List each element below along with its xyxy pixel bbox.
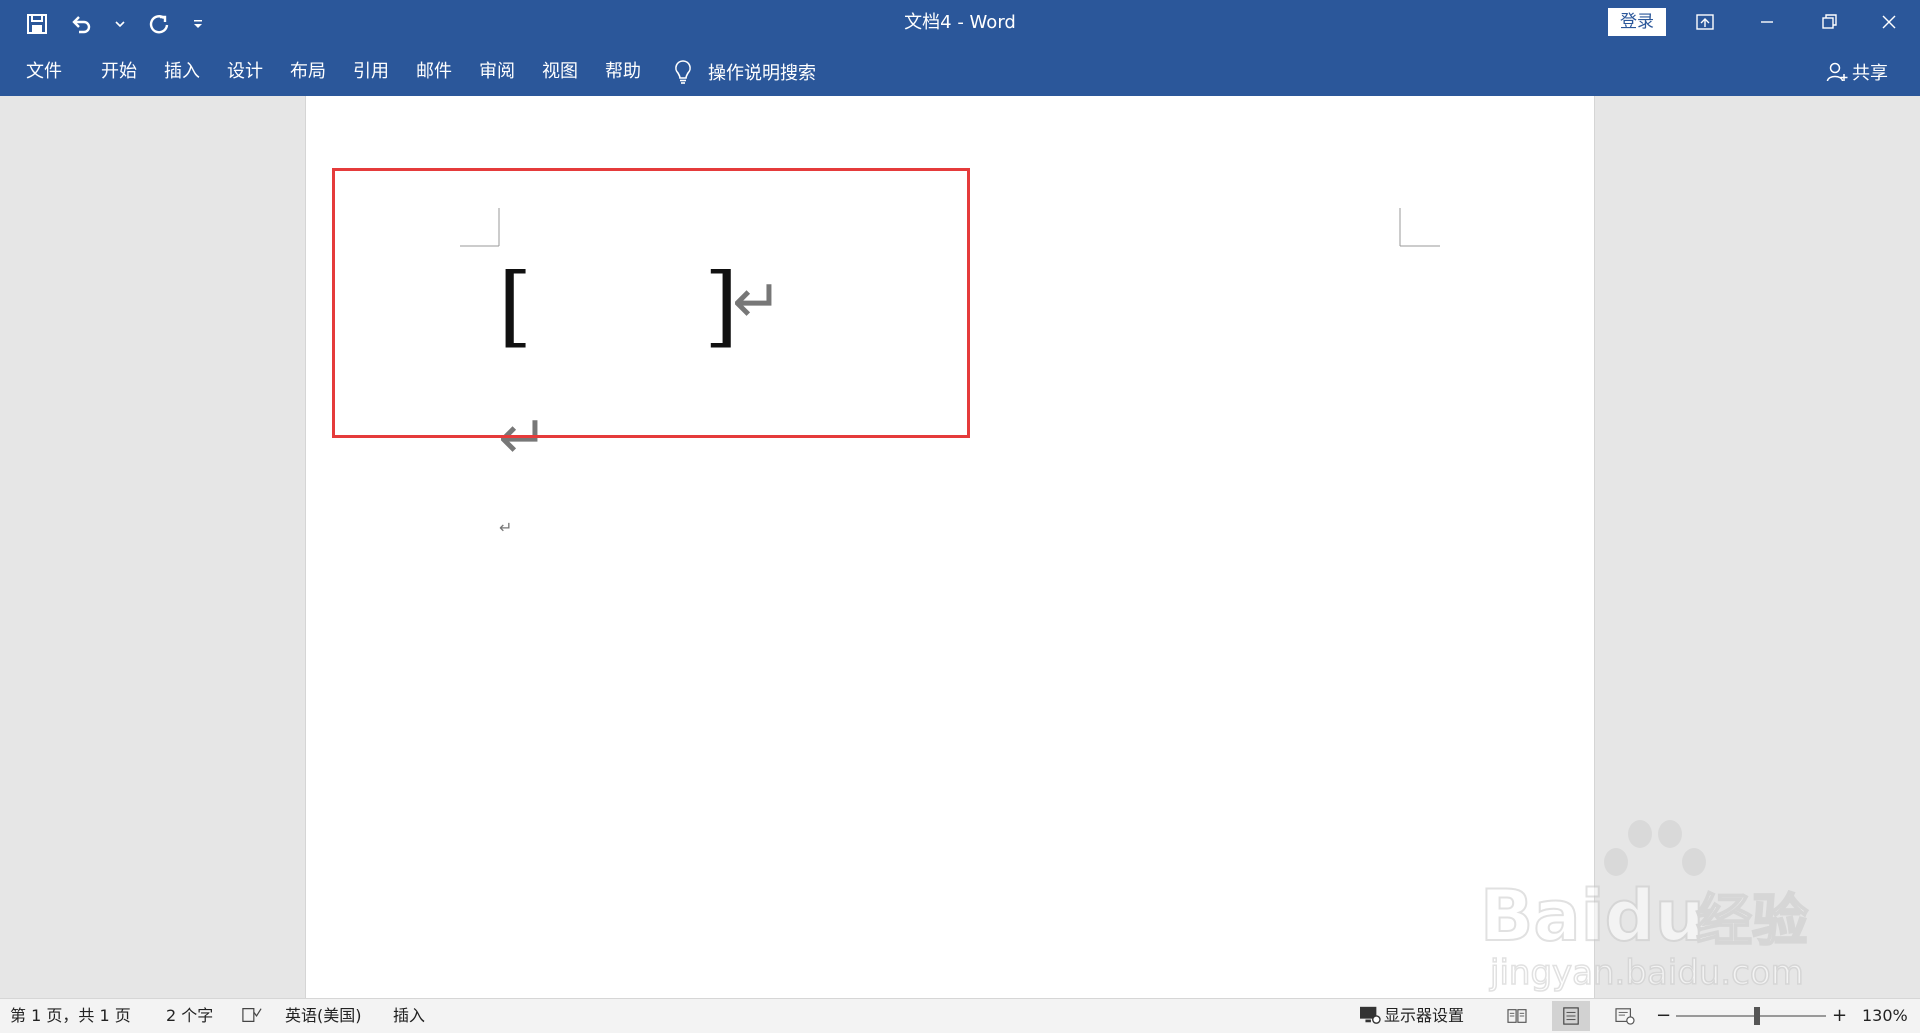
zoom-slider-track[interactable] [1676, 1015, 1826, 1017]
tab-review[interactable]: 审阅 [479, 60, 515, 84]
customize-qat-button[interactable] [186, 7, 210, 41]
undo-button[interactable] [64, 7, 98, 41]
document-workspace: [ ] ↵ ↵ ↵ [0, 96, 1920, 998]
insert-mode-status[interactable]: 插入 [393, 1005, 425, 1027]
redo-icon [149, 15, 169, 34]
share-button[interactable]: 共享 [1826, 58, 1888, 86]
book-open-icon [1507, 1009, 1527, 1023]
quick-access-toolbar [20, 6, 210, 42]
save-button[interactable] [20, 7, 54, 41]
chevron-down-icon [115, 21, 125, 28]
proofing-button[interactable] [240, 1004, 264, 1026]
crop-mark-top-right [1399, 208, 1440, 247]
undo-icon [72, 16, 91, 34]
lightbulb-icon [675, 60, 691, 84]
tab-mailings[interactable]: 邮件 [416, 60, 452, 84]
tell-me-label: 操作说明搜索 [708, 63, 816, 84]
restore-icon [1822, 14, 1837, 29]
status-bar: 第 1 页，共 1 页 2 个字 英语(美国) 插入 显示器设置 − + 130… [0, 998, 1920, 1033]
web-layout-icon [1615, 1008, 1635, 1025]
zoom-level[interactable]: 130% [1862, 1005, 1908, 1027]
display-settings-icon-wrap[interactable] [1358, 1004, 1382, 1026]
tab-help[interactable]: 帮助 [605, 60, 641, 84]
word-count-status[interactable]: 2 个字 [166, 1005, 213, 1027]
tab-references[interactable]: 引用 [353, 60, 389, 84]
monitor-settings-icon [1360, 1006, 1381, 1024]
proofing-book-icon [242, 1008, 262, 1022]
page-count-status[interactable]: 第 1 页，共 1 页 [10, 1005, 131, 1027]
zoom-in-button[interactable]: + [1832, 1005, 1847, 1027]
title-bar: 文档4 - Word 登录 [0, 0, 1920, 48]
tab-insert[interactable]: 插入 [164, 60, 200, 84]
minimize-button[interactable] [1736, 0, 1798, 44]
zoom-slider-thumb[interactable] [1754, 1007, 1760, 1025]
print-layout-icon [1563, 1007, 1579, 1025]
language-status[interactable]: 英语(美国) [285, 1005, 362, 1027]
person-add-icon [1826, 62, 1848, 82]
ribbon-tab-bar: 文件 开始 插入 设计 布局 引用 邮件 审阅 视图 帮助 操作说明搜索 共享 [0, 48, 1920, 96]
restore-button[interactable] [1798, 0, 1860, 44]
ribbon-display-options-button[interactable] [1674, 0, 1736, 44]
read-mode-button[interactable] [1498, 1001, 1536, 1031]
tab-layout[interactable]: 布局 [290, 60, 326, 84]
redo-button[interactable] [142, 7, 176, 41]
customize-qat-icon [194, 20, 202, 28]
ribbon-display-icon [1696, 14, 1714, 30]
zoom-out-button[interactable]: − [1656, 1005, 1671, 1027]
undo-dropdown[interactable] [108, 7, 132, 41]
minimize-icon [1761, 21, 1773, 23]
print-layout-button[interactable] [1552, 1001, 1590, 1031]
annotation-highlight-box [332, 168, 970, 438]
close-button[interactable] [1858, 0, 1920, 44]
close-icon [1882, 15, 1896, 29]
tell-me-search[interactable]: 操作说明搜索 [672, 58, 816, 86]
save-icon [27, 14, 47, 34]
tab-file[interactable]: 文件 [26, 60, 62, 84]
paragraph-mark-small: ↵ [499, 518, 513, 537]
tab-home[interactable]: 开始 [101, 60, 137, 84]
display-settings-status[interactable]: 显示器设置 [1384, 1005, 1464, 1027]
tab-design[interactable]: 设计 [227, 60, 263, 84]
tab-view[interactable]: 视图 [542, 60, 578, 84]
share-label: 共享 [1852, 63, 1888, 84]
login-button[interactable]: 登录 [1608, 8, 1666, 36]
web-layout-button[interactable] [1606, 1001, 1644, 1031]
